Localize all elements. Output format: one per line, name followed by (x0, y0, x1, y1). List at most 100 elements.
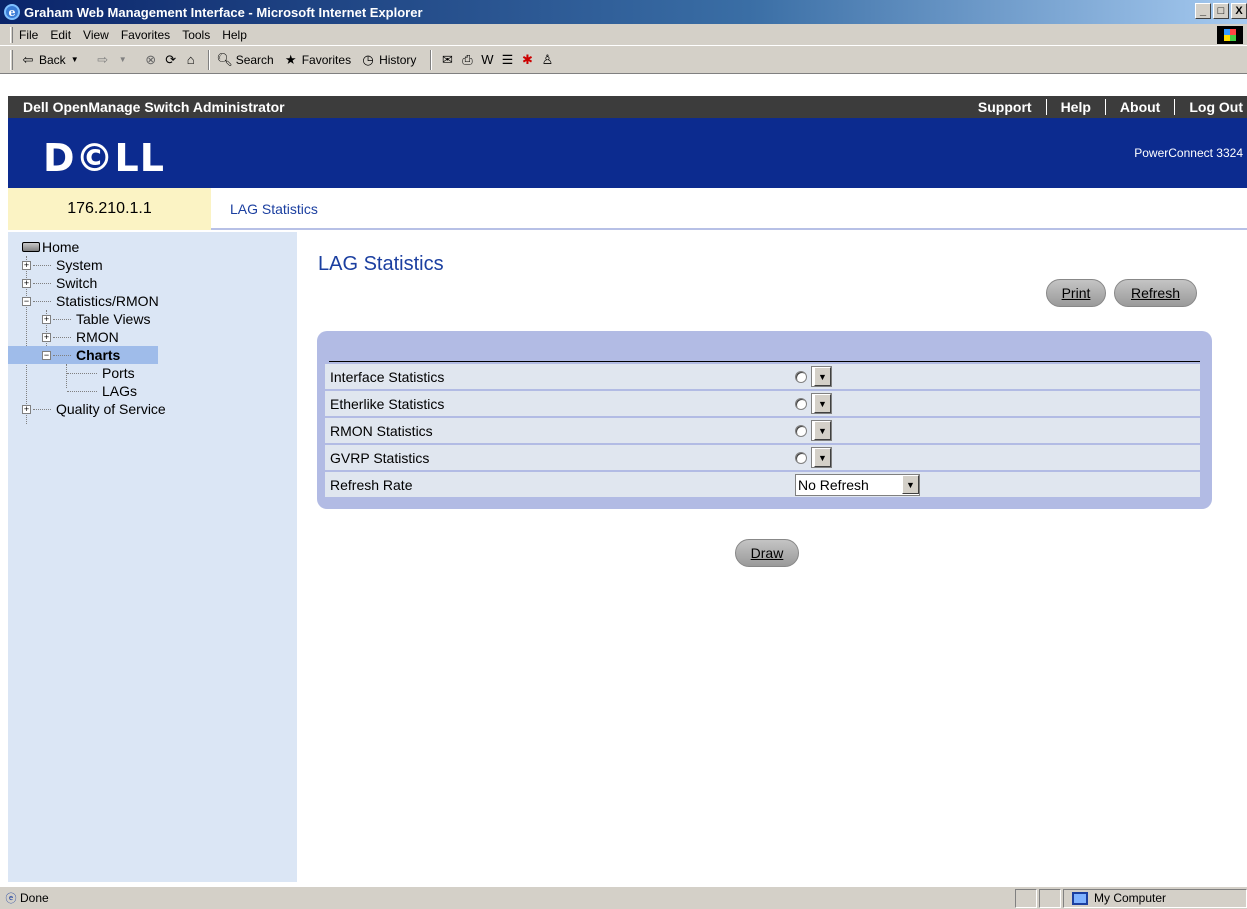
menu-view[interactable]: View (83, 28, 109, 42)
back-dropdown-icon[interactable]: ▼ (66, 51, 84, 69)
nav-home[interactable]: Home (22, 238, 166, 256)
menu-grip (10, 26, 13, 43)
dropdown-arrow-icon[interactable]: ▼ (814, 448, 831, 467)
menu-help[interactable]: Help (222, 28, 247, 42)
logout-link[interactable]: Log Out (1175, 99, 1247, 115)
gvrp-statistics-select[interactable]: ▼ (811, 447, 832, 468)
nav-charts[interactable]: − Charts (8, 346, 158, 364)
etherlike-statistics-label: Etherlike Statistics (330, 395, 445, 412)
favorites-button[interactable]: ★ Favorites (282, 51, 351, 69)
nav-system-label: System (56, 257, 103, 273)
window-title: Graham Web Management Interface - Micros… (24, 4, 423, 20)
left-navigation: Home + System + Switch − Statistics/RMON… (8, 232, 297, 882)
nav-home-label: Home (42, 239, 80, 255)
history-button[interactable]: ◷ History (359, 51, 416, 69)
dropdown-arrow-icon[interactable]: ▼ (814, 367, 831, 386)
toolbar-grip (10, 49, 13, 70)
collapse-icon[interactable]: − (42, 350, 51, 360)
rmon-statistics-select[interactable]: ▼ (811, 420, 832, 441)
refresh-button[interactable]: Refresh (1114, 279, 1197, 307)
nav-system[interactable]: + System (22, 256, 166, 274)
etherlike-statistics-radio[interactable] (795, 397, 807, 410)
tree-connector (33, 264, 51, 266)
menu-edit[interactable]: Edit (50, 28, 71, 42)
dropdown-arrow-icon[interactable]: ▼ (814, 394, 831, 413)
draw-button[interactable]: Draw (735, 539, 799, 567)
status-bar: ⓔ Done My Computer (0, 886, 1247, 909)
stop-icon[interactable]: ⊗ (142, 51, 160, 69)
toolbar-separator (207, 49, 210, 70)
device-ip: 176.210.1.1 (8, 188, 211, 230)
search-button[interactable]: 🔍︎ Search (216, 51, 273, 69)
print-button[interactable]: Print (1046, 279, 1106, 307)
menu-file[interactable]: File (19, 28, 38, 42)
dropdown-arrow-icon[interactable]: ▼ (902, 475, 919, 494)
edit-icon[interactable]: W (478, 51, 496, 69)
windows-logo-icon (1217, 26, 1243, 44)
nav-ports-label: Ports (102, 365, 135, 381)
about-link[interactable]: About (1106, 99, 1174, 115)
help-link[interactable]: Help (1047, 99, 1105, 115)
print-icon[interactable]: ⎙ (458, 51, 476, 69)
user-icon[interactable]: ♙ (538, 51, 556, 69)
minimize-button[interactable]: _ (1195, 3, 1211, 19)
forward-button[interactable]: ⇨ ▼ (94, 51, 134, 69)
expand-icon[interactable]: + (22, 404, 31, 414)
forward-dropdown-icon[interactable]: ▼ (114, 51, 132, 69)
forward-arrow-icon: ⇨ (97, 51, 109, 67)
back-label: Back (39, 52, 66, 67)
browser-toolbar: ⇦ Back ▼ ⇨ ▼ ⊗ ⟳ ⌂ 🔍︎ Search ★ Favorites… (0, 46, 1247, 74)
nav-table-views-label: Table Views (76, 311, 151, 327)
nav-statistics-rmon[interactable]: − Statistics/RMON (22, 292, 166, 310)
refresh-rate-select[interactable]: No Refresh ▼ (795, 473, 920, 496)
tree-connector (67, 390, 97, 392)
back-button[interactable]: ⇦ Back ▼ (19, 51, 86, 69)
messenger-icon[interactable]: ✱ (518, 51, 536, 69)
refresh-icon[interactable]: ⟳ (162, 51, 180, 69)
zone-label: My Computer (1094, 891, 1167, 905)
nav-table-views[interactable]: + Table Views (22, 310, 166, 328)
page-icon: ⓔ (5, 893, 17, 905)
close-button[interactable]: X (1231, 3, 1247, 19)
home-drive-icon (22, 242, 40, 252)
expand-icon[interactable]: + (22, 278, 31, 288)
interface-statistics-radio[interactable] (795, 370, 807, 383)
nav-lags[interactable]: LAGs (22, 382, 166, 400)
breadcrumb[interactable]: LAG Statistics (230, 201, 318, 217)
mail-icon[interactable]: ✉ (438, 51, 456, 69)
nav-qos-label: Quality of Service (56, 401, 166, 417)
home-page-icon[interactable]: ⌂ (182, 51, 200, 69)
rmon-statistics-radio[interactable] (795, 424, 807, 437)
favorites-label: Favorites (301, 52, 352, 67)
menu-tools[interactable]: Tools (182, 28, 210, 42)
tree-connector (33, 282, 51, 284)
expand-icon[interactable]: + (42, 332, 51, 342)
nav-switch[interactable]: + Switch (22, 274, 166, 292)
gvrp-statistics-radio[interactable] (795, 451, 807, 464)
discuss-icon[interactable]: ☰ (498, 51, 516, 69)
history-label: History (379, 52, 417, 67)
maximize-button[interactable]: □ (1213, 3, 1229, 19)
tree-connector (33, 300, 51, 302)
app-header-bar: Dell OpenManage Switch Administrator Sup… (8, 96, 1247, 118)
etherlike-statistics-select[interactable]: ▼ (811, 393, 832, 414)
back-arrow-icon: ⇦ (22, 51, 34, 67)
menu-favorites[interactable]: Favorites (121, 28, 170, 42)
nav-charts-label: Charts (76, 347, 121, 363)
expand-icon[interactable]: + (42, 314, 51, 324)
menu-bar: File Edit View Favorites Tools Help (0, 24, 1247, 46)
expand-icon[interactable]: + (22, 260, 31, 270)
nav-quality-of-service[interactable]: + Quality of Service (22, 400, 166, 418)
support-link[interactable]: Support (964, 99, 1046, 115)
tree-connector (53, 318, 71, 320)
status-cell (1039, 889, 1061, 908)
refresh-rate-label: Refresh Rate (330, 476, 413, 493)
dropdown-arrow-icon[interactable]: ▼ (814, 421, 831, 440)
interface-statistics-select[interactable]: ▼ (811, 366, 832, 387)
collapse-icon[interactable]: − (22, 296, 31, 306)
nav-rmon[interactable]: + RMON (22, 328, 166, 346)
rmon-statistics-row: RMON Statistics ▼ (325, 418, 1200, 443)
tree-connector (33, 408, 51, 410)
nav-ports[interactable]: Ports (22, 364, 166, 382)
dell-logo: D©LL (43, 136, 165, 180)
